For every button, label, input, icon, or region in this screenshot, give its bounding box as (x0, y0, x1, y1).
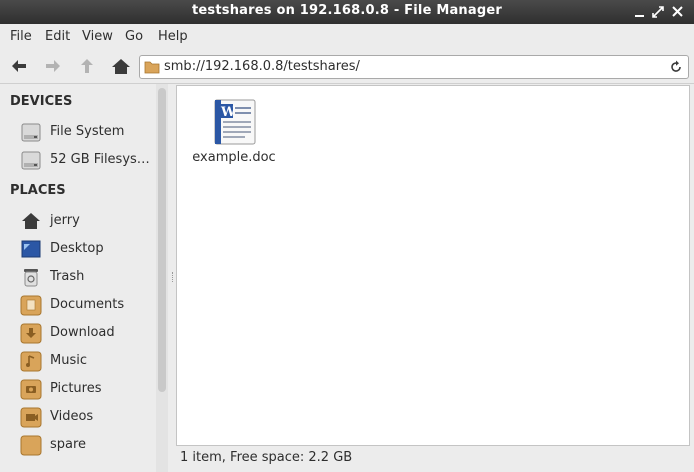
toolbar: smb://192.168.0.8/testshares/ (0, 50, 694, 84)
sidebar-item-label: jerry (50, 213, 80, 228)
home-button[interactable] (110, 57, 132, 77)
sidebar-item-music[interactable]: Music (20, 350, 160, 374)
menu-help[interactable]: Help (158, 29, 188, 44)
window-title: testshares on 192.168.0.8 - File Manager (192, 3, 502, 18)
sidebar-item-jerry[interactable]: jerry (20, 210, 160, 234)
forward-arrow-icon (46, 60, 60, 72)
reload-icon[interactable] (668, 59, 684, 75)
videos-folder-icon (20, 407, 42, 428)
file-view[interactable]: W example.doc (176, 85, 690, 446)
sidebar-item-52gb-filesystem[interactable]: 52 GB Filesys… (20, 149, 160, 173)
sidebar-item-label: Desktop (50, 241, 104, 256)
sidebar-item-trash[interactable]: Trash (20, 266, 160, 290)
menu-bar: File Edit View Go Help (0, 24, 694, 50)
sidebar-item-label: Music (50, 353, 87, 368)
sidebar-item-label: Pictures (50, 381, 102, 396)
folder-icon (144, 61, 160, 74)
sidebar-item-file-system[interactable]: File System (20, 121, 160, 145)
sidebar-item-label: Videos (50, 409, 94, 424)
splitter-grip[interactable] (172, 272, 175, 282)
status-text: 1 item, Free space: 2.2 GB (180, 450, 353, 465)
up-arrow-icon (81, 59, 93, 73)
up-button[interactable] (76, 57, 98, 77)
home-icon (22, 213, 40, 229)
sidebar-item-label: Download (50, 325, 115, 340)
devices-heading: DEVICES (10, 94, 73, 109)
minimize-button[interactable] (632, 4, 648, 20)
file-name: example.doc (192, 150, 276, 165)
svg-text:W: W (220, 105, 236, 120)
sidebar-item-label: Documents (50, 297, 125, 312)
sidebar-item-label: spare (50, 437, 87, 452)
sidebar-item-spare[interactable]: spare (20, 434, 160, 458)
sidebar-item-label: 52 GB Filesys… (50, 152, 150, 167)
menu-edit[interactable]: Edit (45, 29, 70, 44)
back-arrow-icon (12, 60, 26, 72)
close-button[interactable] (670, 4, 686, 20)
home-icon (112, 59, 130, 74)
back-button[interactable] (8, 57, 30, 77)
sidebar-item-pictures[interactable]: Pictures (20, 378, 160, 402)
sidebar: DEVICES File System 52 GB Filesys… PLACE… (0, 84, 170, 472)
documents-folder-icon (20, 295, 42, 316)
status-bar: 1 item, Free space: 2.2 GB (176, 446, 690, 470)
title-bar: testshares on 192.168.0.8 - File Manager (0, 0, 694, 24)
menu-view[interactable]: View (82, 29, 113, 44)
places-heading: PLACES (10, 183, 66, 198)
trash-icon (24, 269, 38, 287)
maximize-button[interactable] (650, 4, 666, 20)
music-folder-icon (20, 351, 42, 372)
file-item[interactable]: W example.doc (189, 96, 279, 166)
location-path[interactable]: smb://192.168.0.8/testshares/ (164, 59, 360, 74)
sidebar-item-download[interactable]: Download (20, 322, 160, 346)
location-bar[interactable]: smb://192.168.0.8/testshares/ (139, 55, 689, 79)
download-folder-icon (20, 323, 42, 344)
sidebar-item-documents[interactable]: Documents (20, 294, 160, 318)
drive-icon (21, 151, 41, 170)
sidebar-item-desktop[interactable]: Desktop (20, 238, 160, 262)
folder-icon (20, 435, 42, 456)
sidebar-item-label: Trash (50, 269, 85, 284)
drive-icon (21, 123, 41, 142)
menu-file[interactable]: File (10, 29, 32, 44)
sidebar-item-label: File System (50, 124, 125, 139)
forward-button[interactable] (42, 57, 64, 77)
desktop-icon (21, 240, 41, 258)
sidebar-item-videos[interactable]: Videos (20, 406, 160, 430)
word-document-icon: W (214, 99, 256, 145)
menu-go[interactable]: Go (125, 29, 143, 44)
pictures-folder-icon (20, 379, 42, 400)
